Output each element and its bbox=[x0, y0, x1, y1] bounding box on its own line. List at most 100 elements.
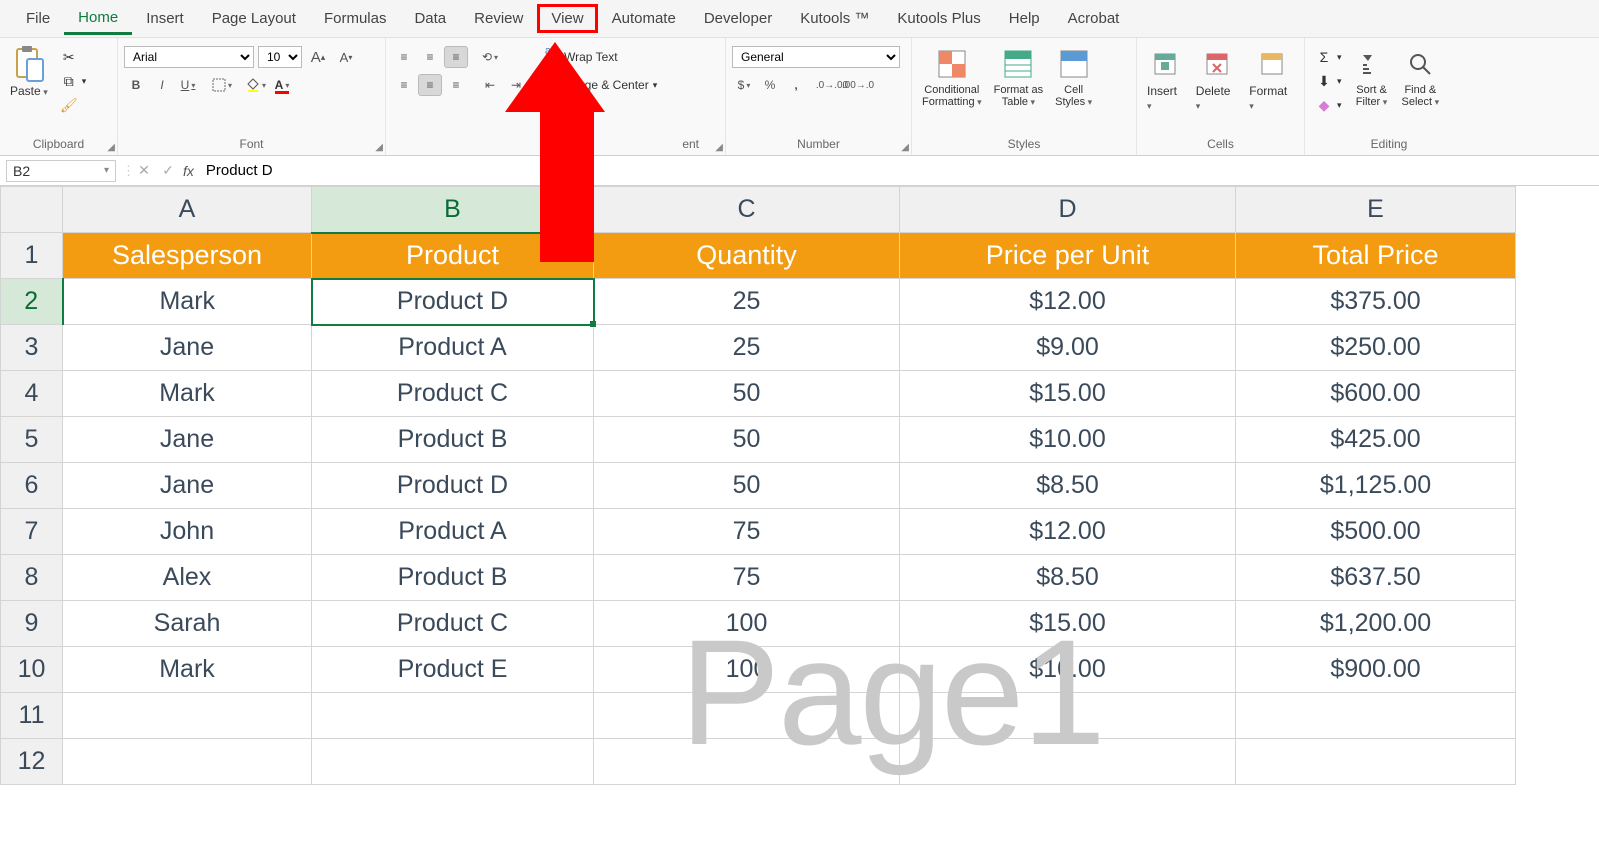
cell-A7[interactable]: John bbox=[63, 509, 312, 555]
row-header-8[interactable]: 8 bbox=[1, 555, 63, 601]
cell-D12[interactable] bbox=[900, 739, 1236, 785]
cell-B9[interactable]: Product C bbox=[312, 601, 594, 647]
header-cell[interactable]: Product bbox=[312, 233, 594, 279]
cell-B4[interactable]: Product C bbox=[312, 371, 594, 417]
row-header-4[interactable]: 4 bbox=[1, 371, 63, 417]
cut-button[interactable]: ✂ bbox=[56, 46, 91, 68]
cell-B5[interactable]: Product B bbox=[312, 417, 594, 463]
cell-C5[interactable]: 50 bbox=[594, 417, 900, 463]
cell-D11[interactable] bbox=[900, 693, 1236, 739]
fx-icon[interactable]: fx bbox=[183, 163, 194, 179]
tab-data[interactable]: Data bbox=[400, 4, 460, 33]
cell-D4[interactable]: $15.00 bbox=[900, 371, 1236, 417]
align-center-button[interactable]: ≡ bbox=[418, 74, 442, 96]
cell-C11[interactable] bbox=[594, 693, 900, 739]
cell-E8[interactable]: $637.50 bbox=[1236, 555, 1516, 601]
insert-cells-button[interactable]: Insert bbox=[1143, 42, 1188, 116]
cell-E3[interactable]: $250.00 bbox=[1236, 325, 1516, 371]
cell-D7[interactable]: $12.00 bbox=[900, 509, 1236, 555]
cell-A9[interactable]: Sarah bbox=[63, 601, 312, 647]
cell-B11[interactable] bbox=[312, 693, 594, 739]
cell-B10[interactable]: Product E bbox=[312, 647, 594, 693]
cell-C7[interactable]: 75 bbox=[594, 509, 900, 555]
format-painter-button[interactable]: 🖌 bbox=[56, 94, 91, 116]
cancel-formula-icon[interactable]: ✕ bbox=[135, 162, 153, 180]
row-header-2[interactable]: 2 bbox=[1, 279, 63, 325]
cell-C8[interactable]: 75 bbox=[594, 555, 900, 601]
col-header-B[interactable]: B bbox=[312, 187, 594, 233]
cell-C9[interactable]: 100 bbox=[594, 601, 900, 647]
cell-E2[interactable]: $375.00 bbox=[1236, 279, 1516, 325]
font-name-select[interactable]: Arial bbox=[124, 46, 254, 68]
cell-E12[interactable] bbox=[1236, 739, 1516, 785]
tab-acrobat[interactable]: Acrobat bbox=[1054, 4, 1134, 33]
spreadsheet-grid[interactable]: ABCDE1SalespersonProductQuantityPrice pe… bbox=[0, 186, 1516, 785]
tab-view[interactable]: View bbox=[537, 4, 597, 33]
tab-formulas[interactable]: Formulas bbox=[310, 4, 401, 33]
cell-E7[interactable]: $500.00 bbox=[1236, 509, 1516, 555]
cell-D9[interactable]: $15.00 bbox=[900, 601, 1236, 647]
sort-filter-button[interactable]: Sort &Filter bbox=[1350, 42, 1394, 112]
find-select-button[interactable]: Find &Select bbox=[1398, 42, 1444, 112]
cell-B3[interactable]: Product A bbox=[312, 325, 594, 371]
header-cell[interactable]: Quantity bbox=[594, 233, 900, 279]
cell-A10[interactable]: Mark bbox=[63, 647, 312, 693]
tab-review[interactable]: Review bbox=[460, 4, 537, 33]
increase-decimal-button[interactable]: .0→.00 bbox=[820, 74, 844, 96]
border-button[interactable] bbox=[210, 74, 234, 96]
cell-B7[interactable]: Product A bbox=[312, 509, 594, 555]
cell-D8[interactable]: $8.50 bbox=[900, 555, 1236, 601]
tab-kutools-plus[interactable]: Kutools Plus bbox=[883, 4, 994, 33]
cell-B6[interactable]: Product D bbox=[312, 463, 594, 509]
font-size-select[interactable]: 10 bbox=[258, 46, 302, 68]
row-header-12[interactable]: 12 bbox=[1, 739, 63, 785]
percent-format-button[interactable]: % bbox=[758, 74, 782, 96]
cell-D3[interactable]: $9.00 bbox=[900, 325, 1236, 371]
header-cell[interactable]: Total Price bbox=[1236, 233, 1516, 279]
number-format-select[interactable]: General bbox=[732, 46, 900, 68]
fill-color-button[interactable] bbox=[244, 74, 268, 96]
formula-input[interactable] bbox=[200, 160, 1599, 181]
row-header-5[interactable]: 5 bbox=[1, 417, 63, 463]
cell-C2[interactable]: 25 bbox=[594, 279, 900, 325]
cell-C3[interactable]: 25 bbox=[594, 325, 900, 371]
row-header-11[interactable]: 11 bbox=[1, 693, 63, 739]
name-box[interactable]: B2 ▾ bbox=[6, 160, 116, 182]
tab-page-layout[interactable]: Page Layout bbox=[198, 4, 310, 33]
tab-help[interactable]: Help bbox=[995, 4, 1054, 33]
row-header-6[interactable]: 6 bbox=[1, 463, 63, 509]
cell-E5[interactable]: $425.00 bbox=[1236, 417, 1516, 463]
align-right-button[interactable]: ≡ bbox=[444, 74, 468, 96]
decrease-indent-button[interactable]: ⇤ bbox=[478, 74, 502, 96]
paste-button[interactable]: Paste bbox=[6, 42, 52, 102]
tab-file[interactable]: File bbox=[12, 4, 64, 33]
format-cells-button[interactable]: Format bbox=[1245, 42, 1298, 116]
alignment-launcher[interactable]: ◢ bbox=[715, 142, 723, 153]
cell-styles-button[interactable]: CellStyles bbox=[1051, 42, 1096, 112]
delete-cells-button[interactable]: Delete bbox=[1192, 42, 1241, 116]
row-header-3[interactable]: 3 bbox=[1, 325, 63, 371]
cell-A3[interactable]: Jane bbox=[63, 325, 312, 371]
col-header-A[interactable]: A bbox=[63, 187, 312, 233]
cell-B2[interactable]: Product D bbox=[312, 279, 594, 325]
cell-D2[interactable]: $12.00 bbox=[900, 279, 1236, 325]
clear-button[interactable]: ◆▾ bbox=[1311, 94, 1346, 116]
cell-A11[interactable] bbox=[63, 693, 312, 739]
increase-font-button[interactable]: A▴ bbox=[306, 46, 330, 68]
cell-C12[interactable] bbox=[594, 739, 900, 785]
align-top-button[interactable]: ≡ bbox=[392, 46, 416, 68]
merge-center-button[interactable]: Merge & Center ▾ bbox=[538, 74, 661, 96]
cell-B8[interactable]: Product B bbox=[312, 555, 594, 601]
row-header-9[interactable]: 9 bbox=[1, 601, 63, 647]
col-header-D[interactable]: D bbox=[900, 187, 1236, 233]
decrease-decimal-button[interactable]: .00→.0 bbox=[846, 74, 870, 96]
format-as-table-button[interactable]: Format asTable bbox=[990, 42, 1048, 112]
col-header-C[interactable]: C bbox=[594, 187, 900, 233]
select-all-corner[interactable] bbox=[1, 187, 63, 233]
header-cell[interactable]: Salesperson bbox=[63, 233, 312, 279]
conditional-formatting-button[interactable]: ConditionalFormatting bbox=[918, 42, 986, 112]
cell-D6[interactable]: $8.50 bbox=[900, 463, 1236, 509]
wrap-text-button[interactable]: abc Wrap Text bbox=[538, 46, 661, 68]
cell-A4[interactable]: Mark bbox=[63, 371, 312, 417]
cell-D10[interactable]: $10.00 bbox=[900, 647, 1236, 693]
